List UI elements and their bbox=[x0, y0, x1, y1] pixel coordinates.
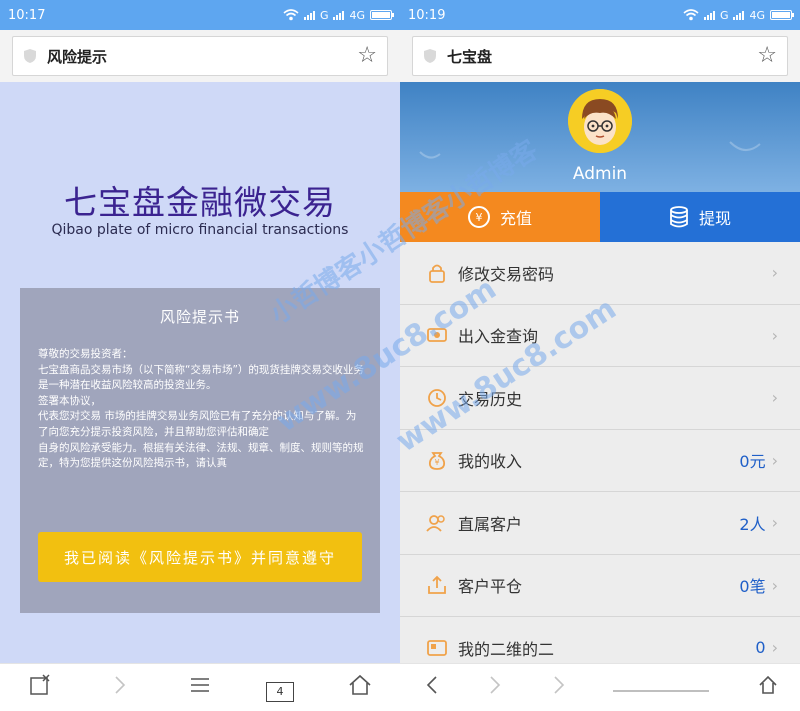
avatar[interactable] bbox=[568, 89, 632, 153]
network-type-1: G bbox=[319, 8, 329, 22]
username: Admin bbox=[572, 164, 628, 184]
chevron-right-icon: › bbox=[771, 450, 778, 470]
risk-paragraph: 签署本协议， bbox=[38, 394, 101, 407]
address-bar[interactable]: 七宝盘 ☆ bbox=[412, 36, 788, 76]
chevron-right-icon: › bbox=[771, 388, 778, 408]
qr-value: 0 bbox=[755, 638, 766, 658]
network-type-1: G bbox=[719, 8, 729, 22]
close-window-icon[interactable] bbox=[26, 673, 54, 703]
signal-icon bbox=[703, 10, 715, 20]
right-phone-screen: 10:19 G 4G 七宝盘 ☆ Admin ¥ 充值 提现 修改交易密码 › … bbox=[400, 0, 800, 711]
signal-icon-2 bbox=[333, 10, 345, 20]
bookmark-star-icon[interactable]: ☆ bbox=[357, 45, 377, 67]
menu-label: 出入金查询 bbox=[458, 327, 539, 347]
forward-icon-2[interactable] bbox=[545, 673, 573, 703]
bookmark-star-icon[interactable]: ☆ bbox=[757, 45, 777, 67]
tabs-count: 4 bbox=[266, 682, 294, 702]
browser-nav-bar: 4 bbox=[0, 663, 400, 711]
menu-icon[interactable] bbox=[186, 673, 214, 703]
account-menu: 修改交易密码 › 出入金查询 › 交易历史 › ¥ 我的收入 0元 › 直属客户… bbox=[400, 242, 800, 680]
forward-icon[interactable] bbox=[481, 673, 509, 703]
page-title: 风险提示 bbox=[47, 47, 108, 66]
home-icon[interactable] bbox=[754, 673, 782, 703]
lock-icon bbox=[426, 262, 448, 284]
avatar-cartoon-icon bbox=[568, 89, 632, 153]
chevron-right-icon: › bbox=[771, 513, 778, 533]
wifi-icon bbox=[683, 9, 699, 21]
left-phone-screen: 10:17 G 4G 风险提示 ☆ 七宝盘金融微交易 Qibao plate o… bbox=[0, 0, 400, 711]
database-icon bbox=[670, 206, 688, 228]
network-type-2: 4G bbox=[349, 8, 365, 22]
network-type-2: 4G bbox=[749, 8, 765, 22]
menu-label: 交易历史 bbox=[458, 389, 523, 409]
menu-label: 我的收入 bbox=[458, 452, 523, 472]
income-value: 0元 bbox=[739, 452, 766, 472]
status-bar: 10:19 G 4G bbox=[400, 0, 800, 30]
customers-value: 2人 bbox=[739, 514, 766, 534]
page-title: 七宝盘 bbox=[447, 47, 493, 66]
qr-card-icon bbox=[426, 637, 448, 659]
withdraw-button[interactable]: 提现 bbox=[600, 192, 800, 242]
menu-item-change-password[interactable]: 修改交易密码 › bbox=[400, 242, 800, 305]
home-icon[interactable] bbox=[346, 673, 374, 703]
income-bag-icon: ¥ bbox=[426, 449, 448, 471]
brand-logo: 七宝盘金融微交易 Qibao plate of micro financial … bbox=[0, 176, 400, 238]
menu-label: 客户平仓 bbox=[458, 577, 523, 597]
menu-label: 修改交易密码 bbox=[458, 264, 555, 284]
status-icons: G 4G bbox=[683, 8, 794, 22]
risk-notice-panel: 风险提示书 尊敬的交易投资者： 七宝盘商品交易市场（以下简称“交易市场”）的现货… bbox=[20, 288, 380, 613]
brand-name-cn: 七宝盘金融微交易 bbox=[64, 183, 336, 222]
menu-item-trade-history[interactable]: 交易历史 › bbox=[400, 367, 800, 430]
close-position-icon bbox=[426, 574, 448, 596]
risk-paragraph: 代表您对交易 市场的挂牌交易业务风险已有了充分的认知与了解。为了向您充分提示投资… bbox=[38, 410, 357, 438]
chevron-right-icon: › bbox=[771, 638, 778, 658]
back-icon[interactable] bbox=[418, 673, 446, 703]
address-bar-area: 风险提示 ☆ bbox=[0, 30, 400, 82]
customers-icon bbox=[426, 512, 448, 534]
profile-header: Admin bbox=[400, 82, 800, 192]
wallet-actions: ¥ 充值 提现 bbox=[400, 192, 800, 242]
forward-icon[interactable] bbox=[106, 673, 134, 703]
brand-name-en: Qibao plate of micro financial transacti… bbox=[51, 222, 349, 238]
tabs-button[interactable]: 4 bbox=[266, 673, 294, 702]
risk-notice-title: 风险提示书 bbox=[159, 308, 240, 326]
svg-text:¥: ¥ bbox=[434, 458, 439, 467]
shield-icon bbox=[24, 49, 36, 63]
risk-paragraph: 尊敬的交易投资者： bbox=[38, 348, 133, 360]
menu-label: 直属客户 bbox=[458, 514, 523, 534]
risk-paragraph: 自身的风险承受能力。根据有关法律、法规、规章、制度、规则等的规定，特为您提供这份… bbox=[38, 441, 364, 470]
yen-coin-icon: ¥ bbox=[467, 206, 490, 228]
status-bar: 10:17 G 4G bbox=[0, 0, 400, 30]
progress-line bbox=[609, 673, 719, 703]
browser-nav-bar bbox=[400, 663, 800, 711]
money-query-icon bbox=[426, 324, 448, 346]
menu-item-customer-close-position[interactable]: 客户平仓 0笔 › bbox=[400, 554, 800, 617]
risk-paragraph: 七宝盘商品交易市场（以下简称“交易市场”）的现货挂牌交易交收业务是一种潜在收益风… bbox=[38, 363, 364, 392]
close-position-value: 0笔 bbox=[739, 577, 766, 597]
risk-notice-text: 尊敬的交易投资者： 七宝盘商品交易市场（以下简称“交易市场”）的现货挂牌交易交收… bbox=[20, 347, 380, 472]
menu-item-direct-customers[interactable]: 直属客户 2人 › bbox=[400, 492, 800, 555]
menu-label: 我的二维的二 bbox=[458, 639, 555, 659]
menu-item-my-income[interactable]: ¥ 我的收入 0元 › bbox=[400, 429, 800, 492]
address-bar-area: 七宝盘 ☆ bbox=[400, 30, 800, 82]
signal-icon bbox=[303, 10, 315, 20]
menu-item-fund-query[interactable]: 出入金查询 › bbox=[400, 304, 800, 367]
recharge-button[interactable]: ¥ 充值 bbox=[400, 192, 600, 242]
recharge-label: 充值 bbox=[499, 209, 532, 228]
battery-icon bbox=[770, 10, 794, 20]
address-bar[interactable]: 风险提示 ☆ bbox=[12, 36, 388, 76]
status-icons: G 4G bbox=[283, 8, 394, 22]
wifi-icon bbox=[283, 9, 299, 21]
withdraw-label: 提现 bbox=[698, 209, 731, 228]
chevron-right-icon: › bbox=[771, 325, 778, 345]
chevron-right-icon: › bbox=[771, 263, 778, 283]
history-icon bbox=[426, 387, 448, 409]
battery-icon bbox=[370, 10, 394, 20]
status-time: 10:17 bbox=[8, 7, 46, 23]
status-time: 10:19 bbox=[408, 7, 446, 23]
agree-button[interactable]: 我已阅读《风险提示书》并同意遵守 bbox=[38, 532, 362, 582]
chevron-right-icon: › bbox=[771, 575, 778, 595]
shield-icon bbox=[424, 49, 436, 63]
signal-icon-2 bbox=[733, 10, 745, 20]
